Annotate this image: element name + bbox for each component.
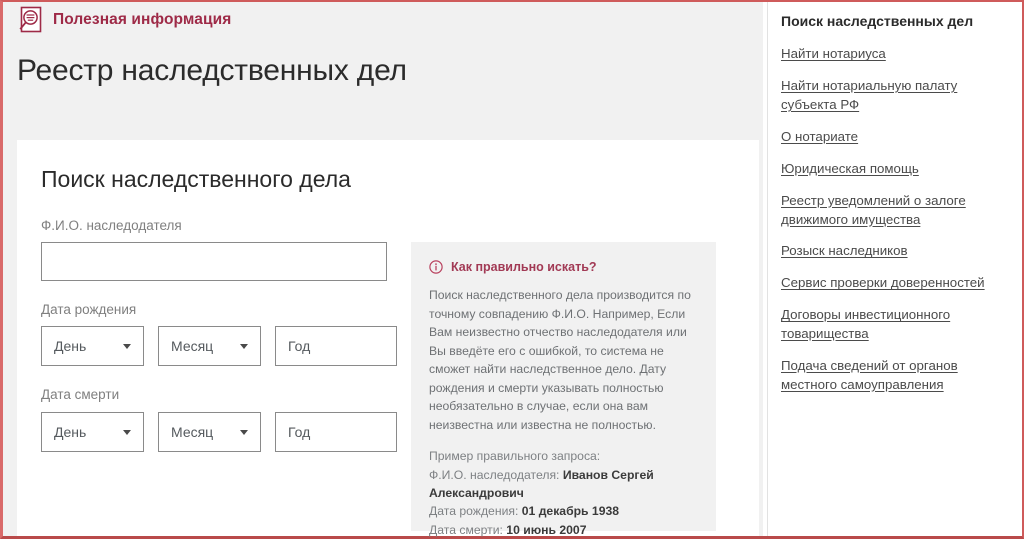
- sidebar-link-investment-partnership[interactable]: Договоры инвестиционного товарищества: [781, 306, 999, 344]
- birth-day-select[interactable]: День: [41, 326, 144, 367]
- sidebar-link-notarial-chamber[interactable]: Найти нотариальную палату субъекта РФ: [781, 77, 999, 115]
- chevron-down-icon: [123, 344, 131, 350]
- birth-month-select[interactable]: Месяц: [158, 326, 261, 367]
- death-day-select[interactable]: День: [41, 411, 144, 452]
- example-death-label: Дата смерти:: [429, 522, 507, 537]
- info-circle-icon: [429, 260, 443, 274]
- name-field-label: Ф.И.О. наследодателя: [41, 218, 182, 233]
- fullname-input[interactable]: [41, 242, 387, 282]
- example-birth-value: 01 декабрь 1938: [521, 504, 620, 519]
- chevron-down-icon: [240, 429, 248, 435]
- death-date-label: Дата смерти: [41, 387, 120, 403]
- death-day-value: День: [54, 423, 87, 440]
- search-help-body: Поиск наследственного дела производится …: [429, 288, 691, 432]
- birth-month-value: Месяц: [171, 338, 214, 355]
- search-form: Ф.И.О. наследодателя Дата рождения День …: [41, 218, 397, 452]
- death-year-input[interactable]: [275, 411, 397, 452]
- example-birth-line: Дата рождения: 01 декабрь 1938: [429, 502, 696, 520]
- sidebar-link-power-of-attorney-check[interactable]: Сервис проверки доверенностей: [781, 274, 999, 293]
- main-column: Полезная информация Реестр наследственны…: [3, 2, 763, 537]
- death-month-select[interactable]: Месяц: [158, 411, 261, 452]
- search-help-example: Пример правильного запроса: Ф.И.О. насле…: [429, 447, 696, 538]
- chevron-down-icon: [123, 429, 131, 435]
- death-date-row: День Месяц: [41, 411, 397, 452]
- sidebar-title: Поиск наследственных дел: [781, 13, 974, 29]
- sidebar-link-pledge-registry[interactable]: Реестр уведомлений о залоге движимого им…: [781, 192, 999, 230]
- search-help-panel: Как правильно искать? Поиск наследственн…: [411, 242, 716, 537]
- birth-day-value: День: [54, 338, 87, 355]
- column-divider: [767, 2, 768, 536]
- birth-date-row: День Месяц: [41, 326, 397, 367]
- page-title: Реестр наследственных дел: [17, 54, 407, 87]
- example-name-line: Ф.И.О. наследодателя: Иванов Сергей Алек…: [429, 466, 696, 503]
- birth-date-label: Дата рождения: [41, 302, 137, 318]
- topbar-title: Полезная информация: [53, 11, 232, 28]
- topbar: Полезная информация: [3, 2, 763, 38]
- example-death-line: Дата смерти: 10 июнь 2007: [429, 521, 696, 539]
- chevron-down-icon: [240, 344, 248, 350]
- sidebar: Поиск наследственных дел Найти нотариуса…: [781, 12, 1013, 532]
- document-search-icon: [19, 6, 42, 33]
- example-death-value: 10 июнь 2007: [506, 522, 587, 537]
- card-title: Поиск наследственного дела: [41, 166, 351, 192]
- sidebar-link-heir-search[interactable]: Розыск наследников: [781, 242, 999, 261]
- sidebar-link-find-notary[interactable]: Найти нотариуса: [781, 45, 999, 64]
- page-root: Полезная информация Реестр наследственны…: [0, 0, 1024, 539]
- sidebar-link-local-government-data[interactable]: Подача сведений от органов местного само…: [781, 357, 999, 395]
- death-month-value: Месяц: [171, 423, 214, 440]
- sidebar-link-about-notariat[interactable]: О нотариате: [781, 128, 999, 147]
- birth-year-input[interactable]: [275, 326, 397, 367]
- example-title: Пример правильного запроса:: [429, 449, 601, 464]
- search-help-title: Как правильно искать?: [451, 260, 597, 274]
- example-birth-label: Дата рождения:: [429, 504, 522, 519]
- search-card: Поиск наследственного дела Ф.И.О. наслед…: [17, 140, 759, 537]
- sidebar-link-legal-help[interactable]: Юридическая помощь: [781, 160, 999, 179]
- search-help-heading: Как правильно искать?: [429, 260, 696, 274]
- example-name-label: Ф.И.О. наследодателя:: [429, 467, 563, 482]
